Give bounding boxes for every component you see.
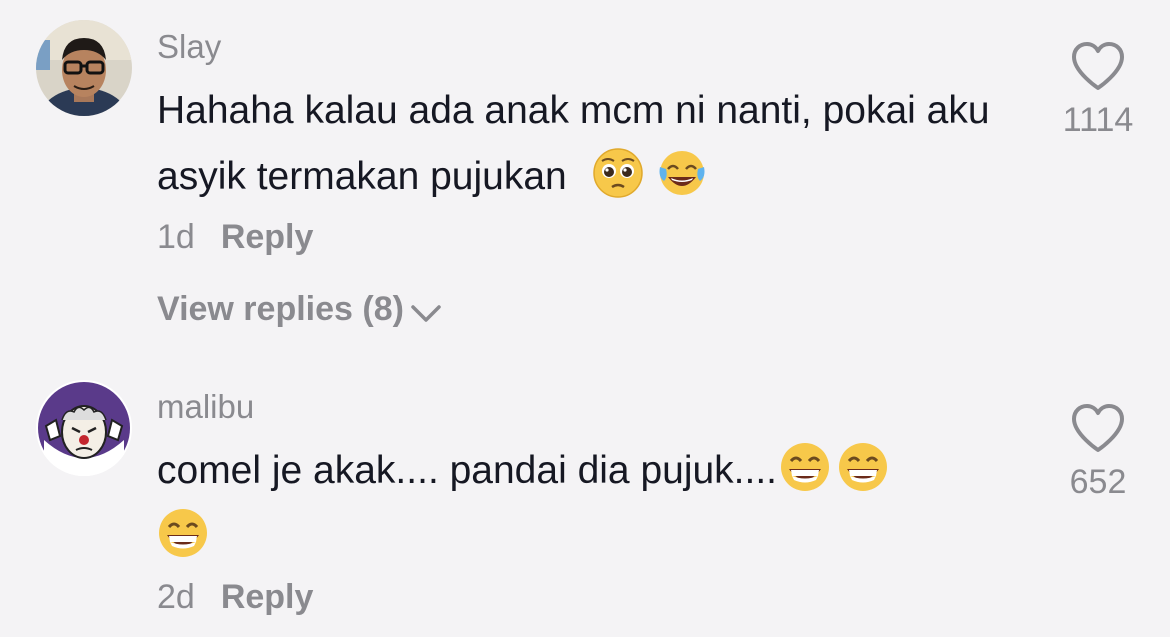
- comment-text-body: comel je akak.... pandai dia pujuk....: [157, 449, 778, 492]
- comment-username[interactable]: malibu: [157, 388, 254, 426]
- pleading-face-icon: [592, 148, 643, 198]
- user-photo-avatar-icon: [36, 20, 132, 116]
- reply-button[interactable]: Reply: [221, 218, 314, 256]
- comment-text-body: Hahaha kalau ada anak mcm ni nanti, poka…: [157, 89, 990, 198]
- avatar[interactable]: [36, 20, 132, 116]
- comment-time: 2d: [157, 578, 195, 616]
- heart-icon: [1072, 404, 1124, 452]
- reply-button[interactable]: Reply: [221, 578, 314, 616]
- grinning-face-icon: [839, 443, 888, 491]
- cartoon-face-avatar-icon: [36, 380, 132, 476]
- comment-username[interactable]: Slay: [157, 28, 221, 66]
- chevron-down-icon: [411, 305, 441, 322]
- grinning-face-icon: [781, 443, 830, 491]
- grinning-face-icon: [159, 509, 207, 557]
- avatar[interactable]: [36, 380, 132, 476]
- like-button[interactable]: 652: [1038, 402, 1158, 502]
- view-replies-button[interactable]: View replies (8): [157, 290, 442, 329]
- comment-meta: 2d Reply: [157, 578, 313, 617]
- like-button[interactable]: 1114: [1038, 40, 1158, 140]
- like-count: 652: [1069, 463, 1127, 501]
- tears-of-joy-icon: [659, 151, 705, 195]
- like-count: 1114: [1062, 101, 1134, 139]
- view-replies-label: View replies (8): [157, 290, 404, 328]
- comment-meta: 1d Reply: [157, 218, 313, 257]
- comment-item: Slay Hahaha kalau ada anak mcm ni nanti,…: [0, 0, 1170, 340]
- comment-text: Hahaha kalau ada anak mcm ni nanti, poka…: [157, 78, 1037, 210]
- comment-text: comel je akak.... pandai dia pujuk....: [157, 438, 987, 570]
- heart-icon: [1072, 42, 1124, 90]
- comment-time: 1d: [157, 218, 195, 256]
